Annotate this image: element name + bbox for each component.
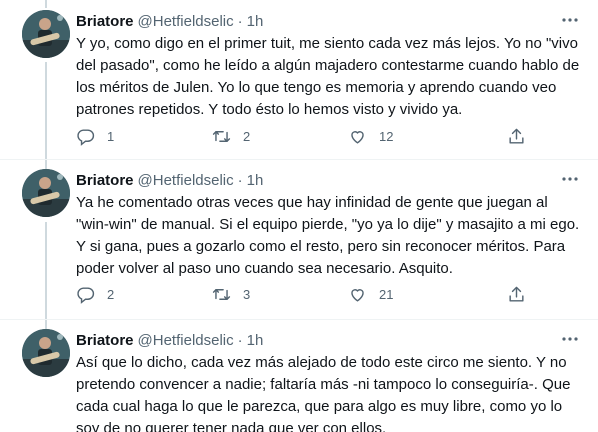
more-options-button[interactable] — [560, 169, 580, 189]
separator-dot: · — [237, 12, 243, 30]
reply-count: 2 — [107, 286, 115, 302]
tweet[interactable]: Briatore @Hetfieldselic · 1h Y yo, como … — [0, 0, 598, 159]
more-horizontal-icon — [562, 18, 578, 22]
tweet-header: Briatore @Hetfieldselic · 1h — [76, 329, 263, 351]
tweet-thread: Briatore @Hetfieldselic · 1h Y yo, como … — [0, 0, 598, 432]
author-name[interactable]: Briatore — [76, 332, 134, 349]
retweet-count: 2 — [243, 128, 251, 144]
reply-button[interactable]: 1 — [76, 126, 114, 146]
tweet-header: Briatore @Hetfieldselic · 1h — [76, 169, 263, 191]
heart-icon — [351, 288, 364, 302]
share-button[interactable] — [507, 284, 526, 304]
retweet-button[interactable]: 2 — [212, 126, 250, 146]
tweet-timestamp[interactable]: 1h — [247, 13, 264, 30]
tweet-header: Briatore @Hetfieldselic · 1h — [76, 10, 263, 32]
tweet-actions: 2 3 21 — [76, 284, 556, 304]
author-handle[interactable]: @Hetfieldselic — [138, 172, 234, 189]
separator-dot: · — [237, 331, 243, 349]
more-horizontal-icon — [562, 177, 578, 181]
tweet-text: Y yo, como digo en el primer tuit, me si… — [76, 35, 580, 118]
author-handle[interactable]: @Hetfieldselic — [138, 13, 234, 30]
retweet-count: 3 — [243, 286, 251, 302]
author-name[interactable]: Briatore — [76, 172, 134, 189]
share-icon — [509, 128, 524, 144]
tweet-timestamp[interactable]: 1h — [247, 172, 264, 189]
like-count: 21 — [379, 286, 394, 302]
tweet-text: Ya he comentado otras veces que hay infi… — [76, 194, 580, 277]
heart-icon — [351, 130, 364, 144]
more-options-button[interactable] — [560, 329, 580, 349]
retweet-button[interactable]: 3 — [212, 284, 250, 304]
avatar[interactable] — [22, 329, 70, 377]
like-button[interactable]: 21 — [348, 284, 393, 304]
more-horizontal-icon — [562, 337, 578, 341]
reply-icon — [77, 128, 95, 146]
avatar[interactable] — [22, 10, 70, 58]
share-button[interactable] — [507, 126, 526, 146]
tweet[interactable]: Briatore @Hetfieldselic · 1h Ya he comen… — [0, 159, 598, 319]
tweet-actions: 1 2 12 — [76, 126, 556, 146]
like-count: 12 — [379, 128, 394, 144]
retweet-icon — [212, 288, 231, 300]
more-options-button[interactable] — [560, 10, 580, 30]
share-icon — [509, 286, 524, 302]
reply-icon — [77, 286, 95, 304]
reply-button[interactable]: 2 — [76, 284, 114, 304]
avatar[interactable] — [22, 169, 70, 217]
reply-count: 1 — [107, 128, 115, 144]
author-handle[interactable]: @Hetfieldselic — [138, 332, 234, 349]
tweet[interactable]: Briatore @Hetfieldselic · 1h Así que lo … — [0, 319, 598, 432]
author-name[interactable]: Briatore — [76, 13, 134, 30]
like-button[interactable]: 12 — [348, 126, 393, 146]
tweet-text: Así que lo dicho, cada vez más alejado d… — [76, 354, 571, 432]
retweet-icon — [212, 130, 231, 142]
tweet-timestamp[interactable]: 1h — [247, 332, 264, 349]
separator-dot: · — [237, 171, 243, 189]
